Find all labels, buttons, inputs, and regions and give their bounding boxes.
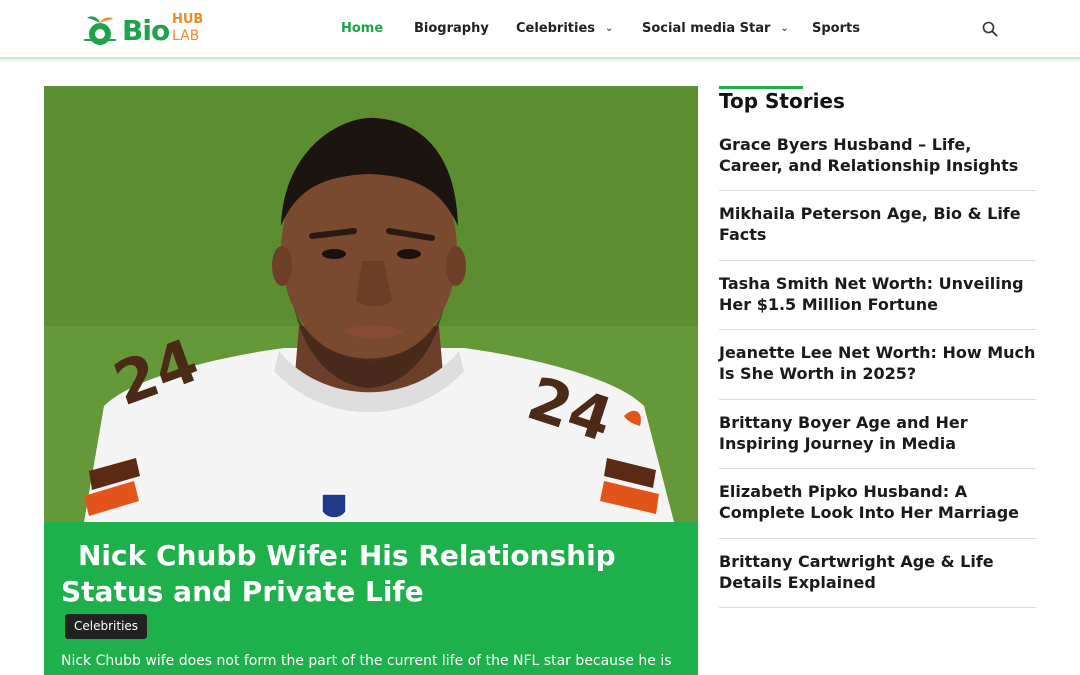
- story-item: Mikhaila Peterson Age, Bio & Life Facts: [719, 203, 1036, 261]
- nav-celebrities-label: Celebrities: [516, 21, 596, 36]
- story-link[interactable]: Grace Byers Husband – Life, Career, and …: [719, 134, 1036, 176]
- nav-home-label: Home: [341, 21, 384, 36]
- story-item: Tasha Smith Net Worth: Unveiling Her $1.…: [719, 273, 1036, 330]
- nav-home[interactable]: Home: [341, 21, 383, 36]
- nav-sports[interactable]: Sports: [812, 21, 860, 36]
- featured-title[interactable]: Nick Chubb Wife: His Relationship Status…: [61, 538, 661, 610]
- nav-social-media-star[interactable]: Social media Star ⌄: [642, 21, 789, 36]
- featured-image[interactable]: 24 24: [44, 86, 698, 522]
- story-item: Jeanette Lee Net Worth: How Much Is She …: [719, 342, 1036, 400]
- story-link[interactable]: Jeanette Lee Net Worth: How Much Is She …: [719, 342, 1036, 384]
- logo-bio-text: Bio: [122, 14, 170, 47]
- story-item: Grace Byers Husband – Life, Career, and …: [719, 134, 1036, 191]
- site-logo[interactable]: Bio HUB LAB: [80, 12, 210, 48]
- player-photo: 24 24: [44, 86, 698, 522]
- story-link[interactable]: Mikhaila Peterson Age, Bio & Life Facts: [719, 203, 1036, 245]
- featured-caption: Nick Chubb Wife: His Relationship Status…: [44, 522, 698, 675]
- chevron-down-icon: ⌄: [605, 23, 614, 34]
- category-badge[interactable]: Celebrities: [65, 614, 148, 639]
- featured-post: 24 24 Nick Chubb Wife: His Relationship …: [44, 86, 698, 675]
- story-link[interactable]: Brittany Cartwright Age & Life Details E…: [719, 551, 1036, 593]
- logo-lab-text: LAB: [172, 28, 200, 44]
- story-link[interactable]: Tasha Smith Net Worth: Unveiling Her $1.…: [719, 273, 1036, 315]
- sidebar-title: Top Stories: [719, 89, 845, 113]
- nav-celebrities[interactable]: Celebrities ⌄: [516, 21, 613, 36]
- featured-excerpt: Nick Chubb wife does not form the part o…: [61, 653, 672, 669]
- story-link[interactable]: Brittany Boyer Age and Her Inspiring Jou…: [719, 412, 1036, 454]
- site-header: Bio HUB LAB Home Biography Celebrities ⌄ …: [0, 0, 1080, 59]
- chevron-down-icon: ⌄: [780, 23, 789, 34]
- story-item: Brittany Boyer Age and Her Inspiring Jou…: [719, 412, 1036, 469]
- logo-hub-text: HUB: [172, 12, 204, 27]
- story-item: Elizabeth Pipko Husband: A Complete Look…: [719, 481, 1036, 539]
- nav-biography-label: Biography: [414, 21, 489, 36]
- story-item: Brittany Cartwright Age & Life Details E…: [719, 551, 1036, 608]
- logo-leaf-icon: [84, 16, 116, 45]
- nav-social-media-star-label: Social media Star: [642, 21, 771, 36]
- nav-biography[interactable]: Biography: [414, 21, 489, 36]
- search-icon[interactable]: [982, 21, 998, 37]
- story-link[interactable]: Elizabeth Pipko Husband: A Complete Look…: [719, 481, 1036, 523]
- nav-sports-label: Sports: [812, 21, 860, 36]
